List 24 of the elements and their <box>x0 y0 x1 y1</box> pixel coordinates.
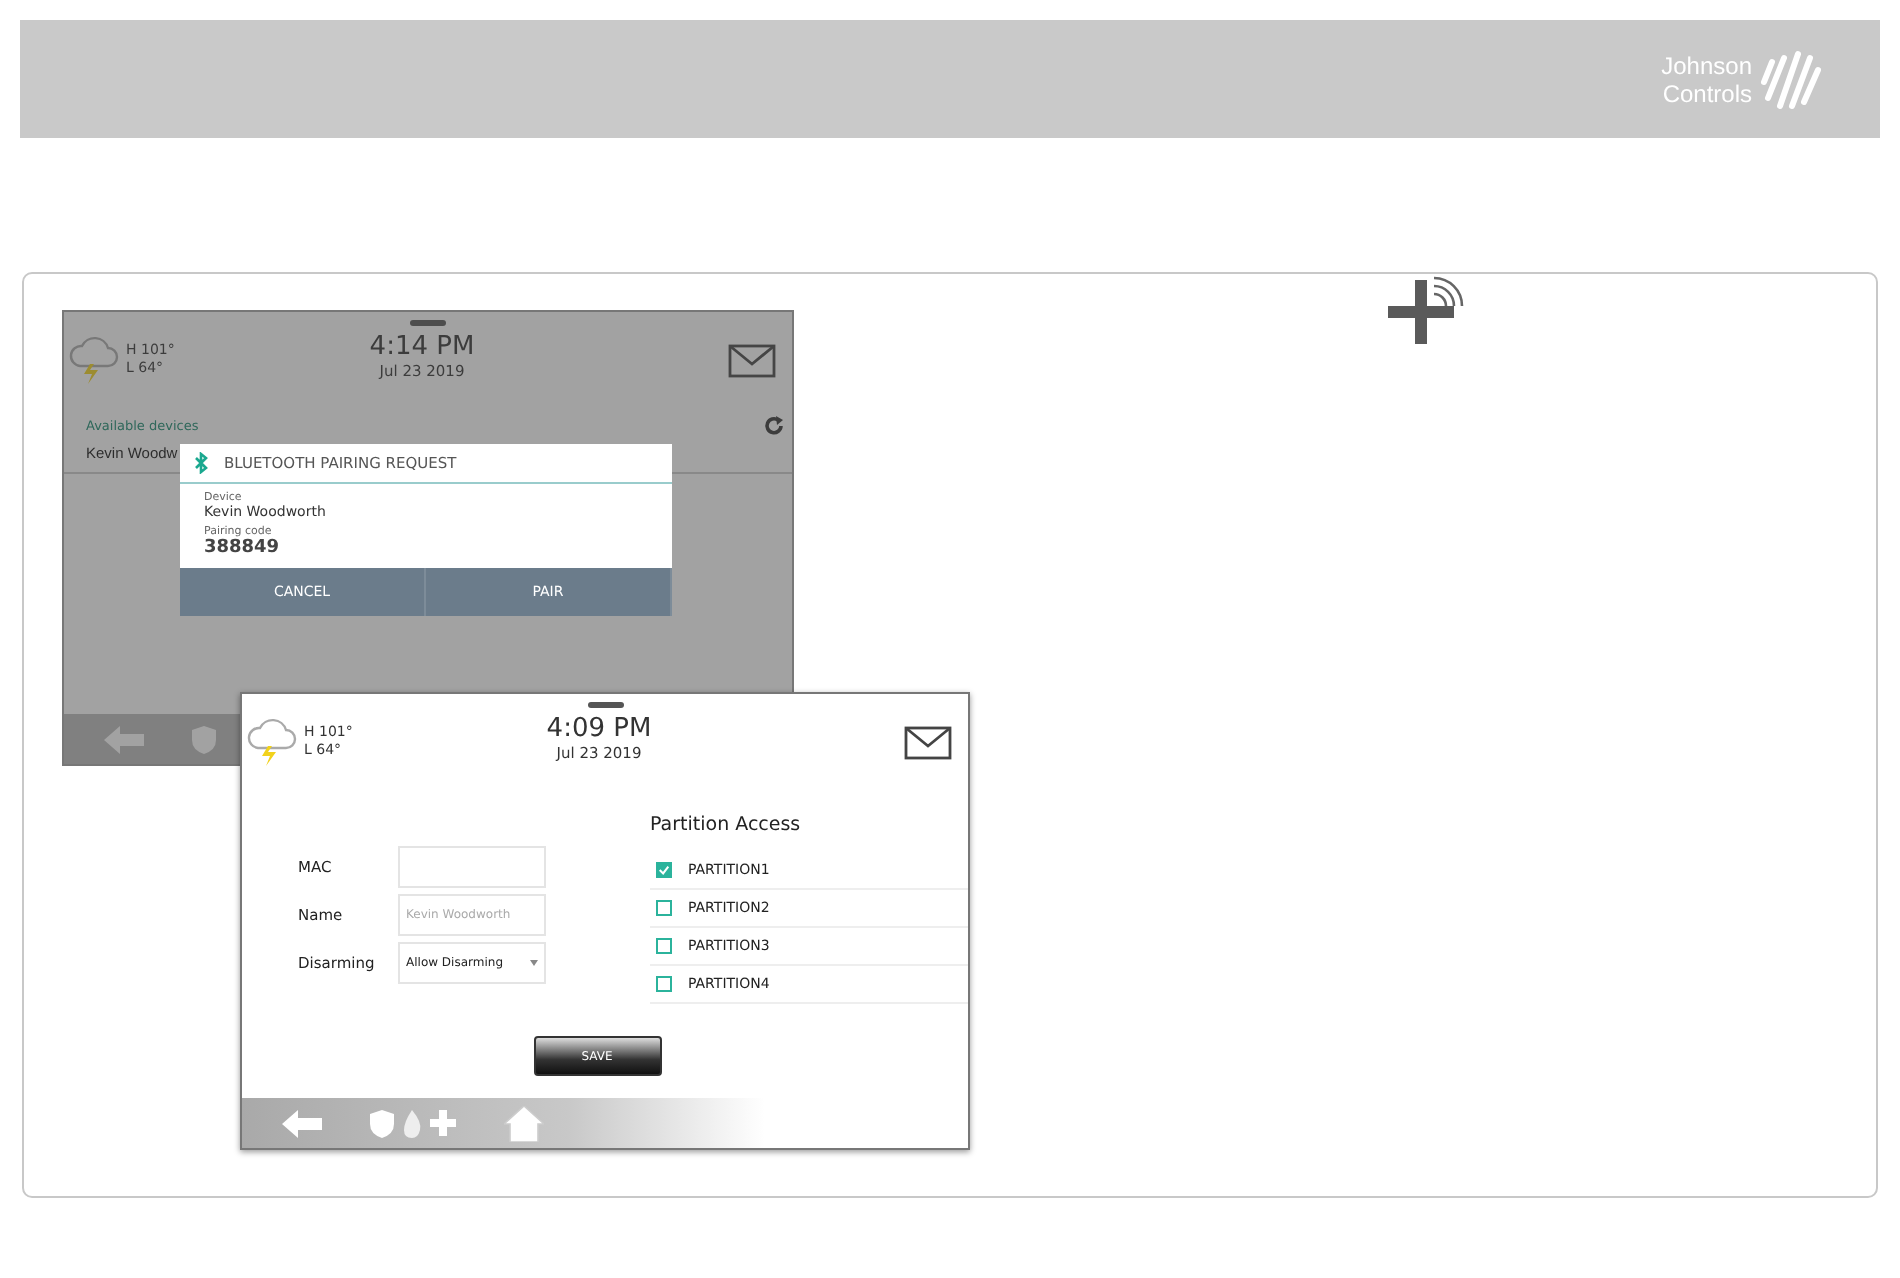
storm-cloud-icon <box>68 332 120 384</box>
section-title: Partition Access <box>650 814 803 836</box>
checkbox[interactable] <box>656 938 672 954</box>
shield-icon[interactable] <box>192 725 216 753</box>
caret-icon <box>530 960 538 966</box>
checkbox[interactable] <box>656 862 672 878</box>
bluetooth-icon <box>194 452 208 474</box>
plus-icon[interactable] <box>430 1110 456 1136</box>
clock-time: 4:14 PM <box>369 332 475 362</box>
drag-handle[interactable] <box>410 320 446 326</box>
checkbox[interactable] <box>656 976 672 992</box>
shield-icon[interactable] <box>370 1109 394 1137</box>
storm-cloud-icon <box>246 714 298 766</box>
field-value: 388849 <box>204 538 282 558</box>
clock-time: 4:09 PM <box>546 714 652 744</box>
refresh-icon[interactable] <box>764 416 784 436</box>
back-arrow-icon[interactable] <box>282 1109 322 1137</box>
checkbox[interactable] <box>656 900 672 916</box>
back-arrow-icon[interactable] <box>104 725 144 753</box>
text-field[interactable] <box>398 846 546 888</box>
logo-stripes-icon <box>1760 45 1824 113</box>
home-icon[interactable] <box>504 1105 544 1141</box>
mail-icon[interactable] <box>903 726 952 760</box>
drag-handle[interactable] <box>587 702 623 708</box>
